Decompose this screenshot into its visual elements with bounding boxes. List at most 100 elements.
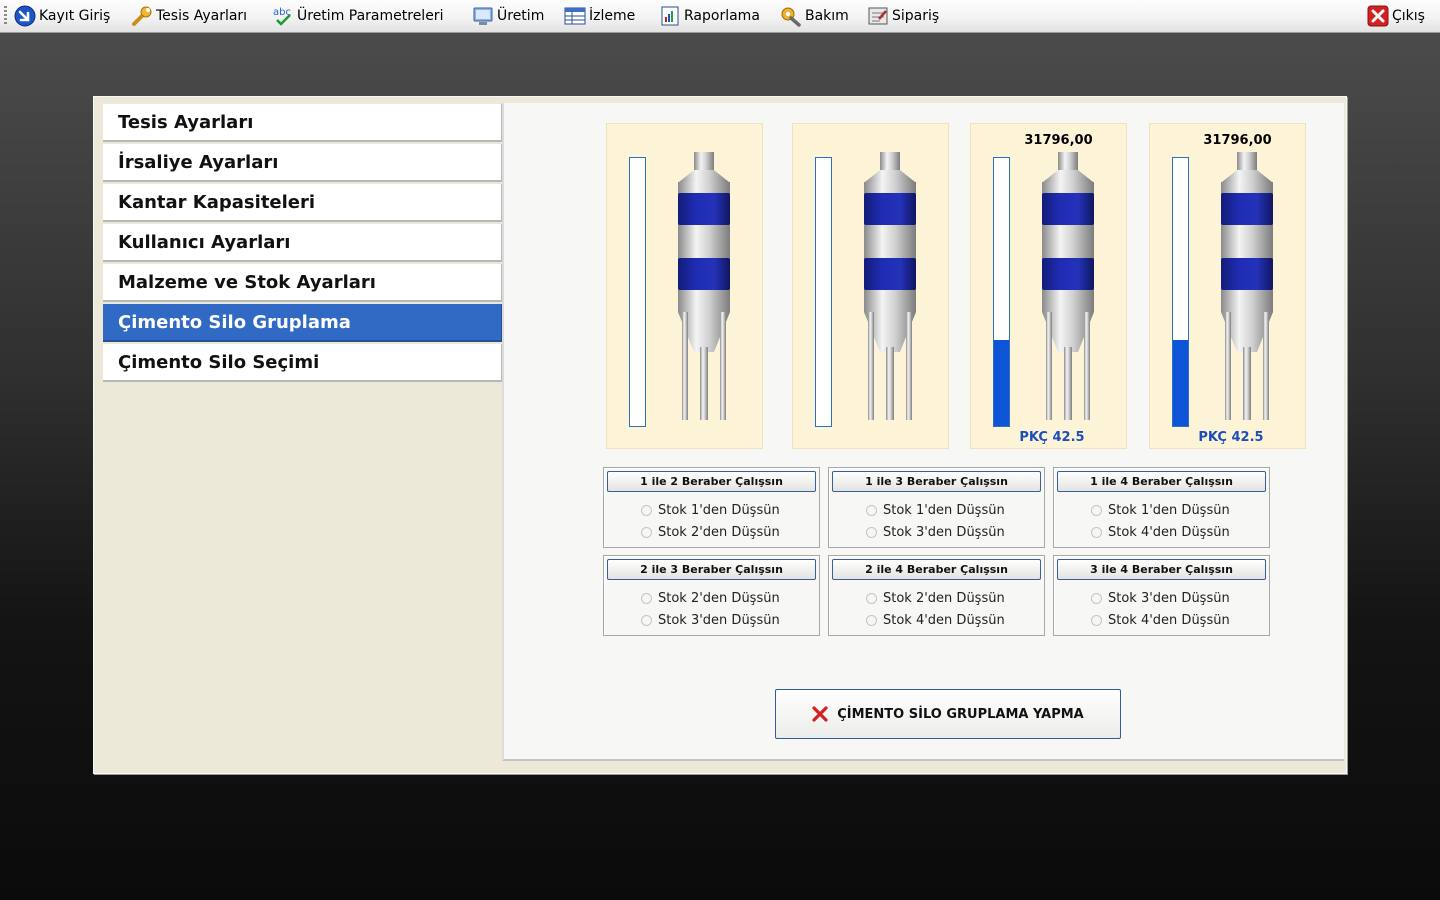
- silo-level-gauge: [815, 157, 832, 427]
- silo-material: PKÇ 42.5: [1019, 430, 1085, 445]
- nav-item-label: Kantar Kapasiteleri: [118, 191, 316, 213]
- menu-item-label: Üretim: [497, 8, 545, 24]
- menu-item-uretim[interactable]: Üretim: [472, 4, 544, 28]
- group-button-2-4[interactable]: 2 ile 4 Beraber Çalışsın: [832, 559, 1041, 580]
- no-grouping-label: ÇİMENTO SİLO GRUPLAMA YAPMA: [837, 706, 1084, 722]
- radio-circle[interactable]: [866, 526, 877, 538]
- radio-label: Stok 3'den Düşsün: [658, 612, 780, 628]
- login-arrow-icon: [14, 5, 36, 27]
- order-icon: [867, 5, 889, 27]
- nav-item-kantar-kapasiteleri[interactable]: Kantar Kapasiteleri: [103, 184, 503, 222]
- radio-stock-2[interactable]: Stok 2'den Düşsün: [641, 589, 780, 607]
- menu-item-izleme[interactable]: İzleme: [564, 4, 635, 28]
- radio-stock-3[interactable]: Stok 3'den Düşsün: [866, 523, 1005, 541]
- report-icon: [659, 5, 681, 27]
- radio-label: Stok 4'den Düşsün: [1108, 612, 1230, 628]
- silo-level-fill: [994, 340, 1009, 426]
- menu-item-kayit-giris[interactable]: Kayıt Giriş: [14, 4, 110, 28]
- nav-item-label: İrsaliye Ayarları: [118, 151, 279, 173]
- silo-value: 31796,00: [1024, 133, 1093, 148]
- radio-label: Stok 3'den Düşsün: [1108, 590, 1230, 606]
- menu-bar: Kayıt Giriş Tesis Ayarları abc Üretim Pa…: [0, 0, 1440, 33]
- silo-card-3: 31796,00 PKÇ 42.5: [970, 123, 1127, 449]
- abc-check-icon: abc: [272, 5, 294, 27]
- radio-circle[interactable]: [1091, 592, 1102, 604]
- radio-circle[interactable]: [641, 504, 652, 516]
- nav-item-malzeme-ve-stok-ayarlari[interactable]: Malzeme ve Stok Ayarları: [103, 264, 503, 302]
- radio-stock-3[interactable]: Stok 3'den Düşsün: [641, 611, 780, 629]
- nav-item-tesis-ayarlari[interactable]: Tesis Ayarları: [103, 104, 503, 142]
- silo-illustration: [669, 152, 739, 427]
- menu-item-raporlama[interactable]: Raporlama: [659, 4, 760, 28]
- no-grouping-button[interactable]: ÇİMENTO SİLO GRUPLAMA YAPMA: [775, 689, 1121, 739]
- silo-level-fill: [1173, 340, 1188, 426]
- nav-item-irsaliye-ayarlari[interactable]: İrsaliye Ayarları: [103, 144, 503, 182]
- silo-card-2: [792, 123, 949, 449]
- radio-stock-1[interactable]: Stok 1'den Düşsün: [641, 501, 780, 519]
- radio-stock-1[interactable]: Stok 1'den Düşsün: [866, 501, 1005, 519]
- group-box-3-4: 3 ile 4 Beraber Çalışsın Stok 3'den Düşs…: [1053, 555, 1270, 636]
- menu-item-siparis[interactable]: Sipariş: [867, 4, 939, 28]
- menu-item-label: Tesis Ayarları: [156, 8, 248, 24]
- silo-illustration: [1033, 152, 1103, 427]
- radio-label: Stok 1'den Düşsün: [1108, 502, 1230, 518]
- toolbar-grip[interactable]: [4, 6, 7, 26]
- silo-card-1: [606, 123, 763, 449]
- exit-button[interactable]: Çıkış: [1367, 4, 1425, 28]
- settings-panel: Tesis Ayarları İrsaliye Ayarları Kantar …: [93, 96, 1347, 774]
- menu-item-tesis-ayarlari[interactable]: Tesis Ayarları: [131, 4, 247, 28]
- radio-stock-4[interactable]: Stok 4'den Düşsün: [1091, 523, 1230, 541]
- silo-grouping-content: 31796,00 PKÇ 42.5 31796,00 PKÇ 42.5 1 il…: [502, 103, 1344, 761]
- radio-label: Stok 1'den Düşsün: [658, 502, 780, 518]
- silo-material: PKÇ 42.5: [1198, 430, 1264, 445]
- nav-item-label: Tesis Ayarları: [118, 111, 254, 133]
- radio-stock-2[interactable]: Stok 2'den Düşsün: [641, 523, 780, 541]
- radio-circle[interactable]: [1091, 526, 1102, 538]
- radio-stock-4[interactable]: Stok 4'den Düşsün: [866, 611, 1005, 629]
- radio-label: Stok 2'den Düşsün: [883, 590, 1005, 606]
- nav-item-kullanici-ayarlari[interactable]: Kullanıcı Ayarları: [103, 224, 503, 262]
- group-button-3-4[interactable]: 3 ile 4 Beraber Çalışsın: [1057, 559, 1266, 580]
- group-button-1-3[interactable]: 1 ile 3 Beraber Çalışsın: [832, 471, 1041, 492]
- radio-circle[interactable]: [641, 592, 652, 604]
- nav-item-label: Çimento Silo Gruplama: [118, 311, 351, 333]
- radio-circle[interactable]: [866, 592, 877, 604]
- menu-item-label: Üretim Parametreleri: [297, 8, 444, 24]
- radio-circle[interactable]: [866, 614, 877, 626]
- settings-nav-list: Tesis Ayarları İrsaliye Ayarları Kantar …: [103, 104, 503, 384]
- silo-card-4: 31796,00 PKÇ 42.5: [1149, 123, 1306, 449]
- radio-label: Stok 2'den Düşsün: [658, 590, 780, 606]
- radio-stock-2[interactable]: Stok 2'den Düşsün: [866, 589, 1005, 607]
- group-button-1-4[interactable]: 1 ile 4 Beraber Çalışsın: [1057, 471, 1266, 492]
- group-button-2-3[interactable]: 2 ile 3 Beraber Çalışsın: [607, 559, 816, 580]
- nav-item-label: Kullanıcı Ayarları: [118, 231, 291, 253]
- menu-item-label: Bakım: [805, 8, 849, 24]
- radio-circle[interactable]: [1091, 504, 1102, 516]
- nav-item-cimento-silo-gruplama[interactable]: Çimento Silo Gruplama: [103, 304, 503, 342]
- silo-level-gauge: [1172, 157, 1189, 427]
- radio-stock-3[interactable]: Stok 3'den Düşsün: [1091, 589, 1230, 607]
- nav-item-label: Çimento Silo Seçimi: [118, 351, 320, 373]
- menu-item-uretim-parametreleri[interactable]: abc Üretim Parametreleri: [272, 4, 443, 28]
- silo-illustration: [855, 152, 925, 427]
- radio-circle[interactable]: [1091, 614, 1102, 626]
- nav-item-cimento-silo-secimi[interactable]: Çimento Silo Seçimi: [103, 344, 503, 382]
- group-box-2-3: 2 ile 3 Beraber Çalışsın Stok 2'den Düşs…: [603, 555, 820, 636]
- group-button-1-2[interactable]: 1 ile 2 Beraber Çalışsın: [607, 471, 816, 492]
- radio-circle[interactable]: [866, 504, 877, 516]
- radio-label: Stok 4'den Düşsün: [883, 612, 1005, 628]
- wrench-icon: [131, 5, 153, 27]
- silo-illustration: [1212, 152, 1282, 427]
- radio-circle[interactable]: [641, 526, 652, 538]
- menu-item-label: Sipariş: [892, 8, 940, 24]
- radio-circle[interactable]: [641, 614, 652, 626]
- tools-icon: [780, 5, 802, 27]
- radio-label: Stok 4'den Düşsün: [1108, 524, 1230, 540]
- radio-stock-4[interactable]: Stok 4'den Düşsün: [1091, 611, 1230, 629]
- radio-stock-1[interactable]: Stok 1'den Düşsün: [1091, 501, 1230, 519]
- radio-label: Stok 3'den Düşsün: [883, 524, 1005, 540]
- menu-item-bakim[interactable]: Bakım: [780, 4, 849, 28]
- silo-level-gauge: [993, 157, 1010, 427]
- group-box-2-4: 2 ile 4 Beraber Çalışsın Stok 2'den Düşs…: [828, 555, 1045, 636]
- close-icon: [1367, 5, 1389, 27]
